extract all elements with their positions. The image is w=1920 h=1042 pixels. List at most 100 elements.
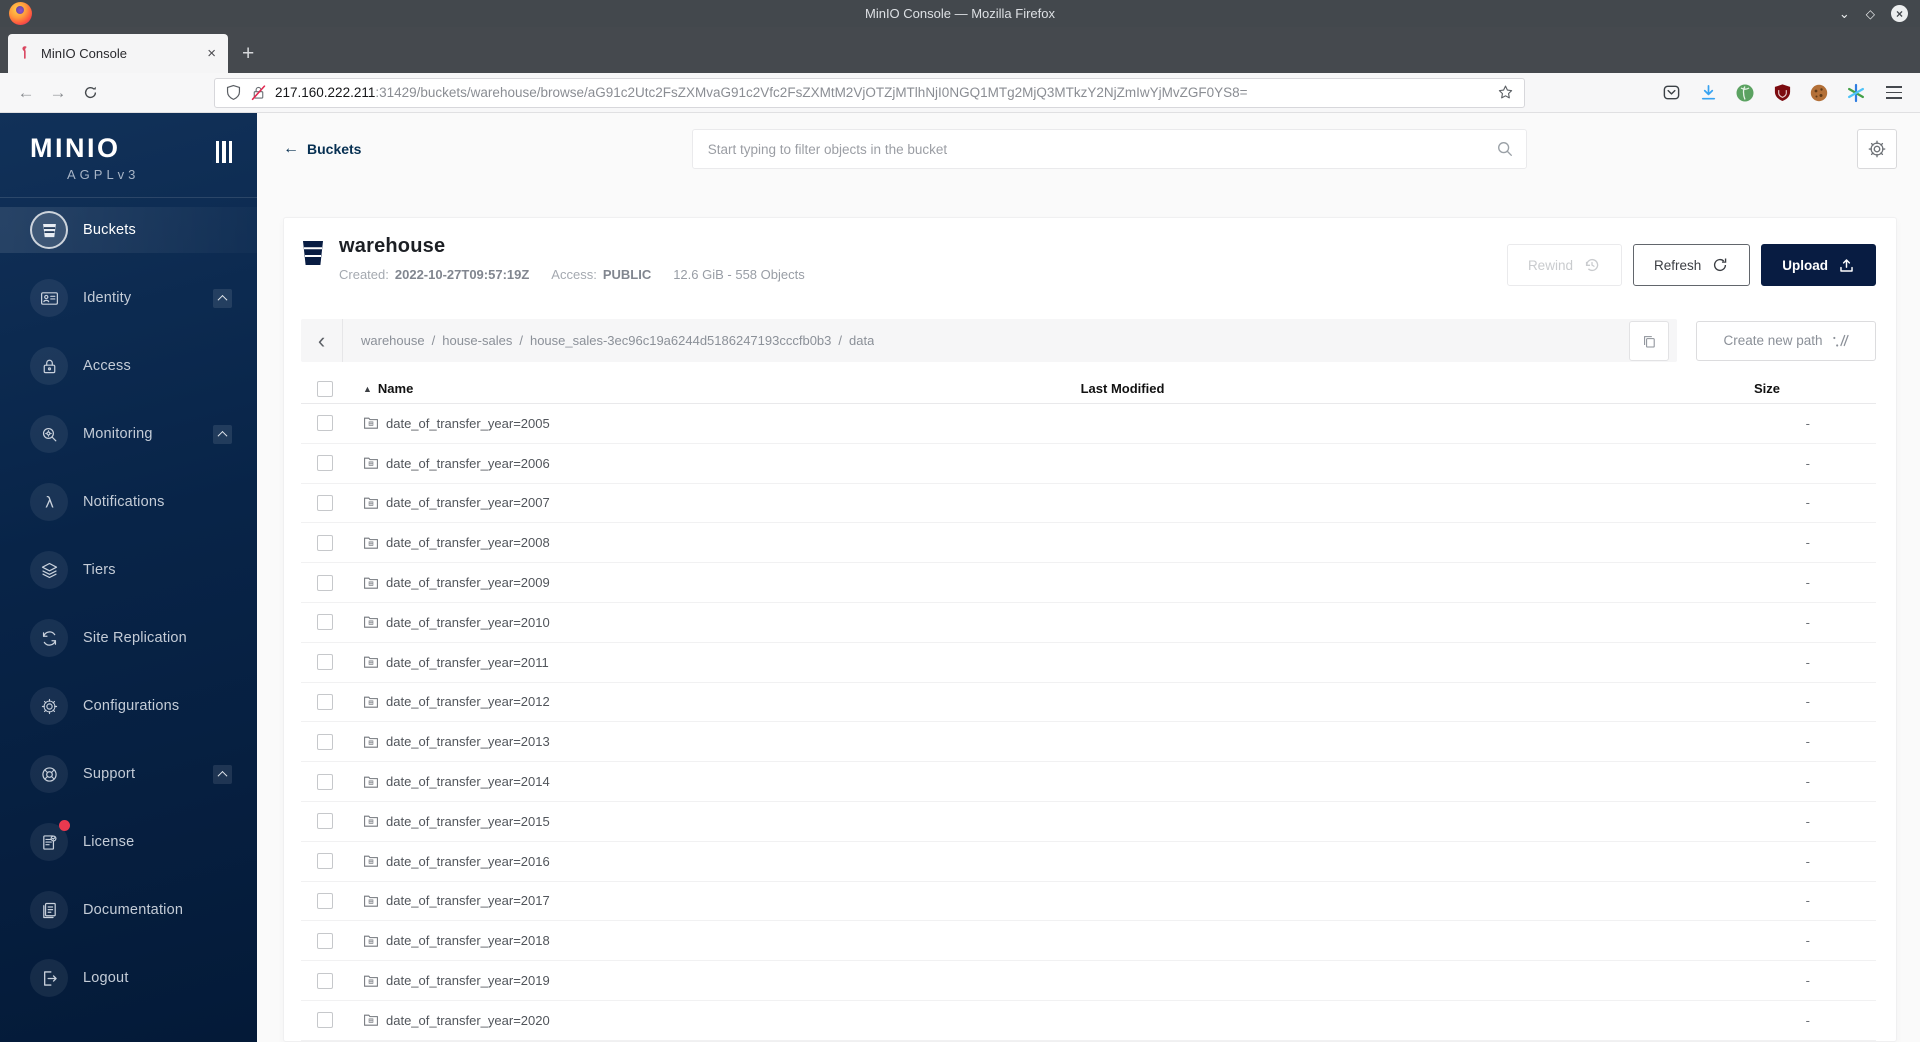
- replication-icon: [30, 619, 68, 657]
- row-checkbox[interactable]: [317, 813, 333, 830]
- breadcrumb-back-button[interactable]: ‹: [301, 319, 343, 362]
- tracking-protection-shield-icon[interactable]: [225, 84, 242, 101]
- table-row-date-of-transfer-year-2011[interactable]: date_of_transfer_year=2011 -: [301, 643, 1876, 683]
- downloads-icon[interactable]: [1697, 82, 1719, 104]
- table-row-date-of-transfer-year-2014[interactable]: date_of_transfer_year=2014 -: [301, 762, 1876, 802]
- breadcrumb-segment[interactable]: house_sales-3ec96c19a6244d5186247193cccf…: [530, 333, 831, 348]
- menu-hamburger-icon[interactable]: [1882, 86, 1906, 99]
- table-row-date-of-transfer-year-2013[interactable]: date_of_transfer_year=2013 -: [301, 722, 1876, 763]
- column-header-last-modified[interactable]: Last Modified: [669, 381, 1576, 396]
- table-row-date-of-transfer-year-2008[interactable]: date_of_transfer_year=2008 -: [301, 523, 1876, 564]
- folder-icon: [364, 656, 378, 668]
- sidebar-item-configurations[interactable]: Configurations: [0, 683, 257, 729]
- column-header-name[interactable]: ▲ Name: [349, 381, 669, 396]
- url-bar[interactable]: 217.160.222.211:31429/buckets/warehouse/…: [214, 77, 1525, 108]
- chevron-up-icon[interactable]: [213, 424, 232, 444]
- row-checkbox[interactable]: [317, 773, 333, 790]
- row-checkbox[interactable]: [317, 654, 333, 671]
- bucket-header: warehouse Created: 2022-10-27T09:57:19Z A…: [301, 235, 1876, 305]
- ublock-origin-icon[interactable]: [1771, 82, 1793, 104]
- created-value: 2022-10-27T09:57:19Z: [394, 267, 530, 282]
- object-size: -: [1805, 973, 1810, 989]
- column-header-size[interactable]: Size: [1576, 381, 1876, 396]
- minimize-icon[interactable]: ⌄: [1839, 7, 1850, 20]
- table-row-date-of-transfer-year-2015[interactable]: date_of_transfer_year=2015 -: [301, 802, 1876, 842]
- maximize-icon[interactable]: ◇: [1866, 8, 1875, 20]
- table-row-date-of-transfer-year-2005[interactable]: date_of_transfer_year=2005 -: [301, 404, 1876, 444]
- pocket-icon[interactable]: [1660, 82, 1682, 104]
- settings-button[interactable]: [1857, 129, 1897, 169]
- row-checkbox[interactable]: [317, 733, 333, 750]
- search-input[interactable]: [707, 141, 1496, 157]
- row-checkbox[interactable]: [317, 972, 333, 989]
- breadcrumb-segment[interactable]: data: [849, 333, 874, 348]
- forward-button[interactable]: →: [42, 79, 74, 107]
- close-tab-icon[interactable]: ×: [205, 45, 218, 62]
- row-checkbox[interactable]: [317, 455, 333, 472]
- table-row-date-of-transfer-year-2007[interactable]: date_of_transfer_year=2007 -: [301, 484, 1876, 524]
- sidebar-item-site-replication[interactable]: Site Replication: [0, 615, 257, 661]
- sidebar-item-logout[interactable]: Logout: [0, 955, 257, 1001]
- reload-button[interactable]: [74, 79, 106, 107]
- insecure-lock-icon[interactable]: [250, 84, 267, 101]
- sidebar-item-support[interactable]: Support: [0, 751, 257, 797]
- minio-favicon-icon: [22, 46, 27, 59]
- sidebar-item-notifications[interactable]: λ Notifications: [0, 479, 257, 525]
- rewind-button[interactable]: Rewind: [1506, 244, 1622, 286]
- row-checkbox[interactable]: [317, 614, 333, 631]
- extension-green-icon[interactable]: [1734, 82, 1756, 104]
- url-text[interactable]: 217.160.222.211:31429/buckets/warehouse/…: [275, 85, 1489, 100]
- object-size: -: [1805, 535, 1810, 551]
- row-checkbox[interactable]: [317, 534, 333, 551]
- cookie-extension-icon[interactable]: [1808, 82, 1830, 104]
- sidebar-item-label: Buckets: [83, 222, 136, 238]
- bookmark-star-icon[interactable]: [1497, 84, 1514, 101]
- row-checkbox[interactable]: [317, 415, 333, 432]
- sidebar-item-label: Access: [83, 358, 131, 374]
- upload-button[interactable]: Upload: [1761, 244, 1876, 286]
- table-row-date-of-transfer-year-2017[interactable]: date_of_transfer_year=2017 -: [301, 882, 1876, 922]
- row-checkbox[interactable]: [317, 932, 333, 949]
- object-filter-search[interactable]: [691, 129, 1527, 169]
- create-new-path-button[interactable]: Create new path: [1696, 320, 1876, 361]
- row-checkbox[interactable]: [317, 693, 333, 710]
- row-checkbox[interactable]: [317, 892, 333, 909]
- row-checkbox[interactable]: [317, 574, 333, 591]
- table-row-date-of-transfer-year-2012[interactable]: date_of_transfer_year=2012 -: [301, 683, 1876, 723]
- table-row-date-of-transfer-year-2006[interactable]: date_of_transfer_year=2006 -: [301, 444, 1876, 484]
- breadcrumb-segment[interactable]: warehouse: [361, 333, 425, 348]
- sidebar-item-monitoring[interactable]: Monitoring: [0, 411, 257, 457]
- sidebar-item-buckets[interactable]: Buckets: [0, 207, 257, 253]
- sidebar-item-license[interactable]: License: [0, 819, 257, 865]
- tab-minio-console[interactable]: MinIO Console ×: [8, 34, 228, 73]
- back-to-buckets-link[interactable]: ← Buckets: [283, 140, 361, 158]
- table-row-date-of-transfer-year-2018[interactable]: date_of_transfer_year=2018 -: [301, 921, 1876, 962]
- sidebar-item-documentation[interactable]: Documentation: [0, 887, 257, 933]
- folder-icon: [364, 577, 378, 589]
- chevron-up-icon[interactable]: [213, 764, 232, 784]
- sidebar-item-label: Site Replication: [83, 630, 187, 646]
- refresh-button[interactable]: Refresh: [1632, 244, 1751, 286]
- breadcrumb-segment[interactable]: house-sales: [442, 333, 512, 348]
- sidebar-collapse-button[interactable]: [215, 141, 232, 163]
- row-checkbox[interactable]: [317, 1012, 333, 1029]
- table-row-date-of-transfer-year-2010[interactable]: date_of_transfer_year=2010 -: [301, 603, 1876, 643]
- folder-icon: [364, 457, 378, 469]
- back-button[interactable]: ←: [10, 79, 42, 107]
- row-checkbox[interactable]: [317, 494, 333, 511]
- new-tab-button[interactable]: +: [228, 34, 268, 73]
- asterisk-extension-icon[interactable]: [1845, 82, 1867, 104]
- table-row-date-of-transfer-year-2016[interactable]: date_of_transfer_year=2016 -: [301, 842, 1876, 882]
- chevron-up-icon[interactable]: [213, 288, 232, 308]
- sidebar-item-access[interactable]: Access: [0, 343, 257, 389]
- sidebar-item-tiers[interactable]: Tiers: [0, 547, 257, 593]
- copy-path-button[interactable]: [1629, 320, 1669, 361]
- close-window-icon[interactable]: ×: [1891, 5, 1908, 22]
- sidebar-item-identity[interactable]: Identity: [0, 275, 257, 321]
- folder-icon: [364, 975, 378, 987]
- table-row-date-of-transfer-year-2019[interactable]: date_of_transfer_year=2019 -: [301, 961, 1876, 1001]
- row-checkbox[interactable]: [317, 853, 333, 870]
- table-row-date-of-transfer-year-2009[interactable]: date_of_transfer_year=2009 -: [301, 563, 1876, 603]
- select-all-checkbox[interactable]: [317, 380, 333, 397]
- table-row-date-of-transfer-year-2020[interactable]: date_of_transfer_year=2020 -: [301, 1001, 1876, 1041]
